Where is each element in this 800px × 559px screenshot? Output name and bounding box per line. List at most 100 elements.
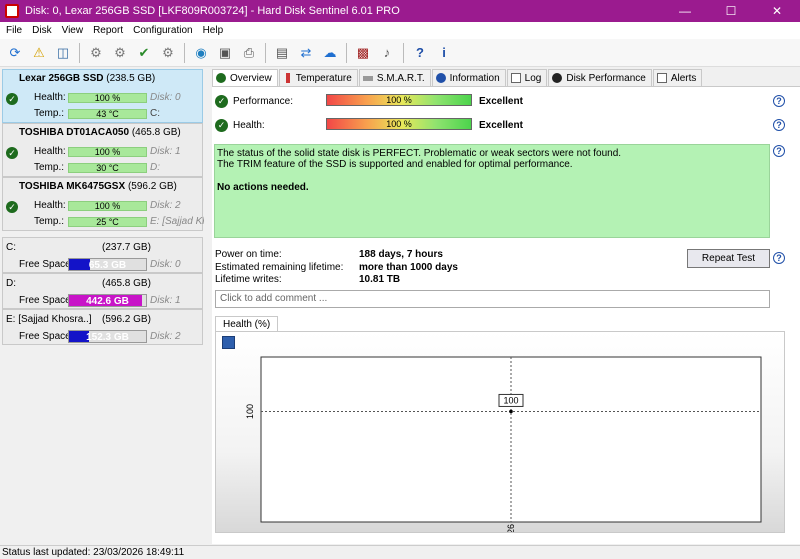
warning-icon[interactable]: ⚠ bbox=[29, 43, 49, 63]
drive-letter: E: [Sajjad Khosra..] bbox=[150, 216, 204, 227]
log-icon bbox=[510, 73, 521, 83]
tab-strip: Overview Temperature S.M.A.R.T. Informat… bbox=[212, 69, 703, 86]
minimize-button[interactable]: — bbox=[662, 0, 708, 22]
temp-bar: 43 °C bbox=[68, 109, 147, 119]
report-icon[interactable]: ▤ bbox=[272, 43, 292, 63]
health-bar: 100 % bbox=[326, 118, 472, 130]
info-icon[interactable]: i bbox=[434, 43, 454, 63]
volume-size: (596.2 GB) bbox=[102, 314, 151, 325]
disk-number: Disk: 1 bbox=[150, 146, 181, 157]
temp-label: Temp.: bbox=[34, 108, 65, 119]
app-icon bbox=[5, 4, 19, 18]
disk-number: Disk: 0 bbox=[150, 92, 181, 103]
free-space-label: Free Space bbox=[19, 295, 71, 306]
disk-size: (465.8 GB) bbox=[131, 127, 181, 138]
menu-disk[interactable]: Disk bbox=[32, 25, 51, 36]
free-space-value: 152.3 GB bbox=[86, 332, 129, 343]
disk-title: Lexar 256GB SSD (238.5 GB) bbox=[19, 73, 155, 84]
disk-list-panel: Lexar 256GB SSD (238.5 GB) ✓ Health: 100… bbox=[2, 68, 204, 544]
monitor-icon[interactable]: ▩ bbox=[353, 43, 373, 63]
help-icon[interactable]: ? bbox=[773, 119, 785, 131]
refresh-icon[interactable]: ⟳ bbox=[5, 43, 25, 63]
data-point bbox=[509, 409, 513, 414]
free-space-label: Free Space bbox=[19, 331, 71, 342]
toolbar-separator bbox=[79, 42, 80, 63]
volume-card-d[interactable]: D: (465.8 GB) Free Space 442.6 GB Disk: … bbox=[2, 273, 203, 309]
sound-icon[interactable]: ♪ bbox=[377, 43, 397, 63]
drive-letter: D: bbox=[150, 162, 160, 173]
tab-label: Temperature bbox=[295, 72, 352, 84]
disk-test-icon[interactable]: ⚙ bbox=[158, 43, 178, 63]
disk-check-icon[interactable]: ✔ bbox=[134, 43, 154, 63]
help-icon[interactable]: ? bbox=[773, 145, 785, 157]
gauge-icon bbox=[552, 73, 563, 83]
check-icon: ✓ bbox=[215, 95, 228, 108]
check-icon: ✓ bbox=[6, 93, 18, 105]
comment-input[interactable]: Click to add comment ... bbox=[215, 290, 770, 308]
tab-information[interactable]: Information bbox=[431, 69, 506, 86]
temp-bar: 25 °C bbox=[68, 217, 147, 227]
status-text-box[interactable]: The status of the solid state disk is PE… bbox=[214, 144, 770, 238]
tab-label: S.M.A.R.T. bbox=[376, 72, 425, 84]
disk-icon[interactable]: ◫ bbox=[53, 43, 73, 63]
check-icon: ✓ bbox=[215, 119, 228, 132]
health-label: Health: bbox=[34, 200, 66, 211]
volume-card-c[interactable]: C: (237.7 GB) Free Space 65.3 GB Disk: 0 bbox=[2, 237, 203, 273]
lifetime-value: more than 1000 days bbox=[359, 262, 458, 273]
disk-settings-icon[interactable]: ⚙ bbox=[110, 43, 130, 63]
menu-report[interactable]: Report bbox=[93, 25, 123, 36]
health-rating: Excellent bbox=[479, 120, 523, 131]
temp-bar: 30 °C bbox=[68, 163, 147, 173]
menu-file[interactable]: File bbox=[6, 25, 22, 36]
maximize-button[interactable]: ☐ bbox=[708, 0, 754, 22]
disk-number: Disk: 2 bbox=[150, 331, 181, 342]
free-space-value: 65.3 GB bbox=[88, 260, 127, 271]
menu-configuration[interactable]: Configuration bbox=[133, 25, 192, 36]
help-icon[interactable]: ? bbox=[410, 43, 430, 63]
tab-temperature[interactable]: Temperature bbox=[278, 69, 358, 86]
tab-disk-performance[interactable]: Disk Performance bbox=[548, 69, 652, 86]
menu-view[interactable]: View bbox=[62, 25, 84, 36]
tab-log[interactable]: Log bbox=[506, 69, 548, 86]
volume-name: C: bbox=[6, 242, 16, 253]
health-bar: 100 % bbox=[68, 147, 147, 157]
repeat-test-button[interactable]: Repeat Test bbox=[687, 249, 770, 268]
tab-label: Alerts bbox=[670, 72, 697, 84]
free-space-bar: 442.6 GB bbox=[68, 294, 147, 307]
disk-card-lexar[interactable]: Lexar 256GB SSD (238.5 GB) ✓ Health: 100… bbox=[2, 69, 203, 123]
tab-overview[interactable]: Overview bbox=[212, 69, 278, 86]
disk-size: (238.5 GB) bbox=[106, 73, 156, 84]
free-space-value: 442.6 GB bbox=[86, 296, 129, 307]
toolbar-separator bbox=[403, 42, 404, 63]
health-label: Health: bbox=[34, 146, 66, 157]
disk-card-toshiba-dt01[interactable]: TOSHIBA DT01ACA050 (465.8 GB) ✓ Health: … bbox=[2, 123, 203, 177]
help-icon[interactable]: ? bbox=[773, 95, 785, 107]
tab-label: Disk Performance bbox=[566, 72, 646, 84]
tab-health-chart[interactable]: Health (%) bbox=[215, 316, 279, 332]
free-space-bar: 65.3 GB bbox=[68, 258, 147, 271]
globe-icon[interactable]: ◉ bbox=[191, 43, 211, 63]
drive-letter: C: bbox=[150, 108, 160, 119]
window-title: Disk: 0, Lexar 256GB SSD [LKF809R003724]… bbox=[25, 5, 400, 17]
y-tick-label: 100 bbox=[245, 404, 255, 419]
disk-name: TOSHIBA DT01ACA050 bbox=[19, 127, 130, 138]
menu-help[interactable]: Help bbox=[203, 25, 224, 36]
chat-icon[interactable]: ☁ bbox=[320, 43, 340, 63]
close-button[interactable]: ✕ bbox=[754, 0, 800, 22]
tab-alerts[interactable]: Alerts bbox=[652, 69, 703, 86]
printer-icon[interactable]: ⎙ bbox=[239, 43, 259, 63]
disk-tool-icon[interactable]: ⚙ bbox=[86, 43, 106, 63]
info-icon bbox=[435, 73, 446, 83]
toolbar-separator bbox=[346, 42, 347, 63]
disk-card-toshiba-mk64[interactable]: TOSHIBA MK6475GSX (596.2 GB) ✓ Health: 1… bbox=[2, 177, 204, 231]
status-bar: Status last updated: 23/03/2026 18:49:11 bbox=[0, 545, 800, 559]
disk-number: Disk: 1 bbox=[150, 295, 181, 306]
tab-smart[interactable]: S.M.A.R.T. bbox=[358, 69, 431, 86]
health-bar: 100 % bbox=[68, 201, 147, 211]
help-icon[interactable]: ? bbox=[773, 252, 785, 264]
volume-card-e[interactable]: E: [Sajjad Khosra..] (596.2 GB) Free Spa… bbox=[2, 309, 203, 345]
free-space-bar: 152.3 GB bbox=[68, 330, 147, 343]
thermometer-icon bbox=[285, 73, 290, 83]
backup-icon[interactable]: ▣ bbox=[215, 43, 235, 63]
sync-icon[interactable]: ⇄ bbox=[296, 43, 316, 63]
